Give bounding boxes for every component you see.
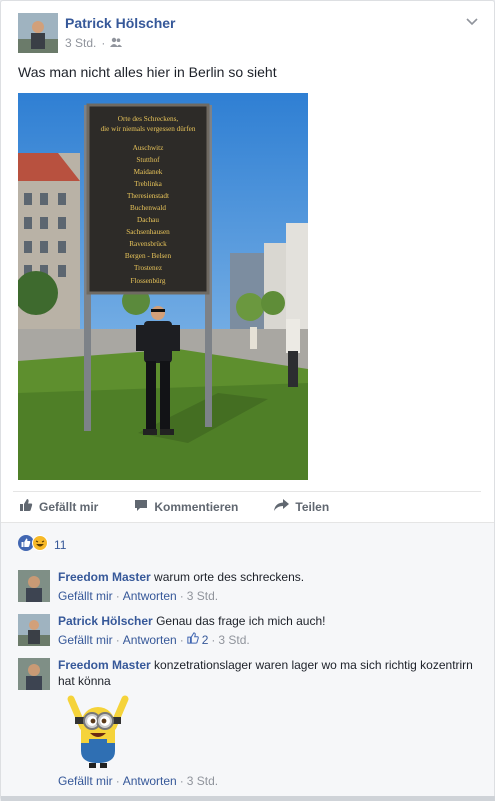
sign-line: Flossenbürg <box>130 277 165 285</box>
like-label: Gefällt mir <box>39 499 99 514</box>
comment-reply-link[interactable]: Antworten <box>123 588 177 604</box>
haha-reaction-icon <box>32 535 48 554</box>
sign-line: Orte des Schreckens, <box>118 115 179 123</box>
comment-actions: Gefällt mir · Antworten · 3 Std. <box>58 773 478 789</box>
comment-body: Freedom Master warum orte des schreckens… <box>58 569 478 604</box>
post-text: Was man nicht alles hier in Berlin so si… <box>18 64 277 80</box>
comment-text: warum orte des schreckens. <box>154 570 305 584</box>
bottom-divider <box>1 796 495 801</box>
post-header: Patrick Hölscher 3 Std. · <box>18 13 478 53</box>
thumbs-up-icon <box>19 498 33 515</box>
comment-body: Patrick Hölscher Genau das frage ich mic… <box>58 613 478 648</box>
share-button[interactable]: Teilen <box>268 499 335 514</box>
author-name[interactable]: Patrick Hölscher <box>65 15 176 31</box>
sign-line: Trostenez <box>134 264 162 272</box>
friends-icon[interactable] <box>110 36 123 50</box>
commenter-avatar[interactable] <box>18 570 50 602</box>
commenter-avatar[interactable] <box>18 614 50 646</box>
comments-section: 11 Freedom Master warum orte des schreck… <box>1 522 494 801</box>
sign-line: Stutthof <box>136 156 160 164</box>
sign-line: die wir niemals vergessen dürfen <box>101 125 196 133</box>
comment-text: Genau das frage ich mich auch! <box>156 614 326 628</box>
commenter-name[interactable]: Patrick Hölscher <box>58 614 153 628</box>
separator-dot: · <box>101 36 106 50</box>
separator-dot: · <box>179 633 184 647</box>
comment-label: Kommentieren <box>154 499 239 514</box>
sign-line: Ravensbrück <box>129 240 167 248</box>
post-card: Patrick Hölscher 3 Std. · Was man nicht … <box>0 0 495 801</box>
comment-actions: Gefällt mir · Antworten · 2 · 3 Std. <box>58 632 478 648</box>
comment-time[interactable]: 3 Std. <box>218 632 249 648</box>
sign-line: Dachau <box>137 216 159 224</box>
share-icon <box>274 499 290 514</box>
reaction-summary[interactable]: 11 <box>18 535 66 554</box>
comment-like-link[interactable]: Gefällt mir <box>58 632 113 648</box>
commenter-name[interactable]: Freedom Master <box>58 658 151 672</box>
share-label: Teilen <box>295 499 330 514</box>
sign-line: Auschwitz <box>133 144 164 152</box>
separator-dot: · <box>179 589 184 603</box>
author-avatar[interactable] <box>18 13 58 53</box>
comment-icon <box>134 499 148 515</box>
sign-line: Bergen - Belsen <box>125 252 172 260</box>
action-bar: Gefällt mir Kommentieren Teilen <box>13 491 481 521</box>
sign-line: Treblinka <box>134 180 162 188</box>
comment-button[interactable]: Kommentieren <box>128 499 244 515</box>
commenter-avatar[interactable] <box>18 658 50 690</box>
comment-like-link[interactable]: Gefällt mir <box>58 773 113 789</box>
minion-sticker <box>63 693 133 769</box>
sign-line: Maidanek <box>134 168 163 176</box>
comment-actions: Gefällt mir · Antworten · 3 Std. <box>58 588 478 604</box>
sign-line: Buchenwald <box>130 204 166 212</box>
sign-line: Sachsenhausen <box>126 228 170 236</box>
separator-dot: · <box>115 589 120 603</box>
comment-time[interactable]: 3 Std. <box>187 588 218 604</box>
like-button[interactable]: Gefällt mir <box>13 498 104 515</box>
comment-reply-link[interactable]: Antworten <box>123 632 177 648</box>
sign-line: Theresienstadt <box>127 192 169 200</box>
thumbs-up-icon[interactable] <box>187 632 199 648</box>
commenter-name[interactable]: Freedom Master <box>58 570 151 584</box>
separator-dot: · <box>179 774 184 788</box>
comment-like-count[interactable]: 2 <box>202 632 209 648</box>
separator-dot: · <box>115 633 120 647</box>
post-time[interactable]: 3 Std. <box>65 36 96 50</box>
comment-reply-link[interactable]: Antworten <box>123 773 177 789</box>
reaction-count: 11 <box>54 537 67 552</box>
comment-like-link[interactable]: Gefällt mir <box>58 588 113 604</box>
post-photo[interactable]: Orte des Schreckens, die wir niemals ver… <box>18 93 308 480</box>
separator-dot: · <box>211 633 216 647</box>
chevron-down-icon[interactable] <box>466 13 478 29</box>
comment-time[interactable]: 3 Std. <box>187 773 218 789</box>
post-meta: 3 Std. · <box>65 36 123 50</box>
separator-dot: · <box>115 774 120 788</box>
comment-body: Freedom Master konzetrationslager waren … <box>58 657 478 789</box>
